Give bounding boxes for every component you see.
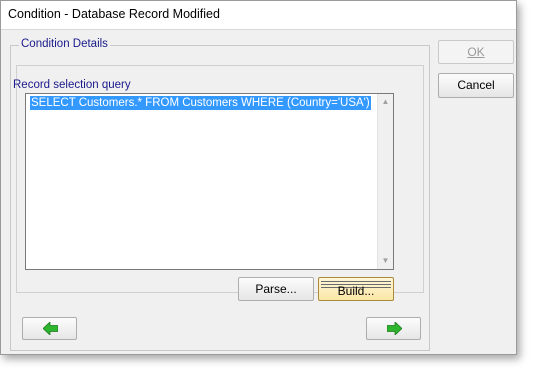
parse-button[interactable]: Parse... [238,277,314,301]
right-arrow-icon [387,322,402,335]
vertical-scrollbar[interactable]: ▲ ▼ [377,94,393,269]
record-selection-label: Record selection query [13,79,131,91]
query-textarea[interactable]: SELECT Customers.* FROM Customers WHERE … [25,93,394,270]
build-button-label: Build... [337,284,375,298]
build-button[interactable]: Build... [318,277,394,301]
ok-button[interactable]: OK [438,40,514,64]
cancel-button[interactable]: Cancel [438,73,514,98]
parse-button-label: Parse... [255,282,297,296]
cancel-button-label: Cancel [457,78,495,92]
title-bar[interactable]: Condition - Database Record Modified [1,1,516,30]
build-stripe [321,281,391,282]
left-arrow-icon [43,322,58,335]
scroll-up-icon[interactable]: ▲ [378,94,393,110]
group-legend: Condition Details [19,38,110,50]
condition-dialog: Condition - Database Record Modified Con… [0,0,517,355]
next-button[interactable] [366,317,421,340]
window-title: Condition - Database Record Modified [8,7,220,21]
query-text[interactable]: SELECT Customers.* FROM Customers WHERE … [30,96,371,110]
back-button[interactable] [22,317,77,340]
ok-button-label: OK [467,45,485,59]
scroll-down-icon[interactable]: ▼ [378,253,393,269]
